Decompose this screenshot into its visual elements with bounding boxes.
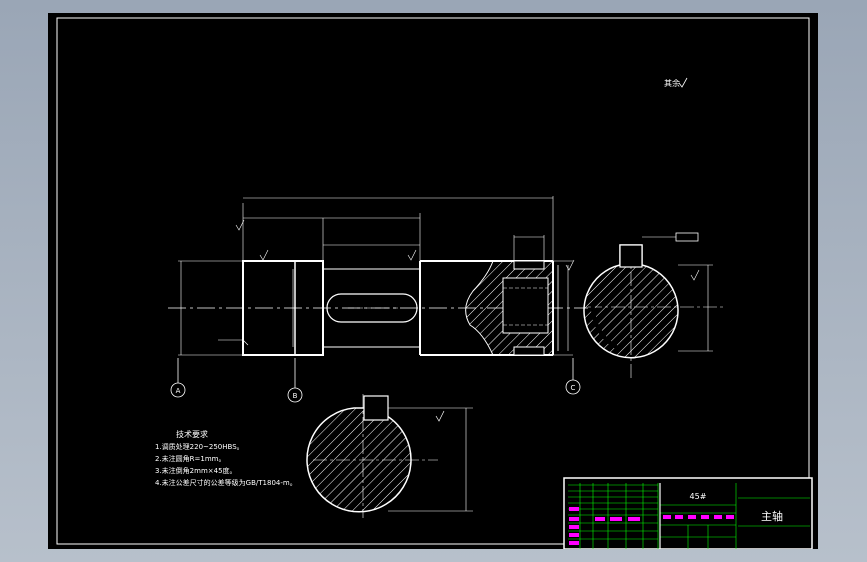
drawing-sheet: 其余 A B C 技术要求 1.调质处理220~250HBS。 2.未注圆角R=…: [48, 13, 818, 549]
lower-section-view: [306, 394, 473, 518]
section-label-a: A: [176, 387, 181, 395]
part-name-label: 主轴: [761, 509, 783, 523]
tech-req-item: 3.未注倒角2mm×45度。: [155, 466, 237, 475]
tech-req-item: 2.未注圆角R=1mm。: [155, 454, 226, 463]
title-block: 45# 主轴: [563, 477, 813, 549]
section-label-c: C: [571, 384, 576, 392]
tech-req-item: 4.未注公差尺寸的公差等级为GB/T1804-m。: [155, 478, 297, 487]
tech-req-title: 技术要求: [176, 429, 208, 439]
roughness-note: 其余: [664, 77, 688, 88]
material-label: 45#: [690, 492, 707, 501]
end-section-view: [583, 232, 726, 381]
technical-requirements: 技术要求 1.调质处理220~250HBS。 2.未注圆角R=1mm。 3.未注…: [155, 429, 297, 487]
cad-drawing: 其余 A B C 技术要求 1.调质处理220~250HBS。 2.未注圆角R=…: [56, 17, 813, 549]
section-label-b: B: [293, 392, 298, 400]
tech-req-item: 1.调质处理220~250HBS。: [155, 442, 244, 451]
section-markers: [170, 358, 581, 403]
lower-section-hatch: [306, 407, 412, 513]
shaft-main-view: [168, 260, 588, 356]
drawing-border: [56, 17, 810, 545]
roughness-note-text: 其余: [664, 78, 680, 88]
